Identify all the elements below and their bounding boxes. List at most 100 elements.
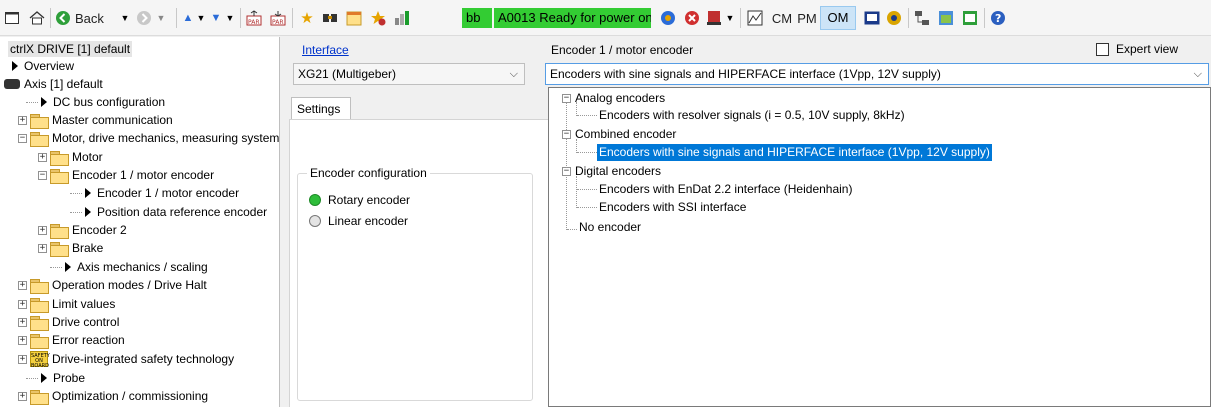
tree-item-master-communication[interactable]: + Master communication (18, 111, 173, 129)
expand-icon[interactable]: + (18, 317, 27, 327)
cm-button[interactable]: CM (770, 8, 794, 28)
favorites-add-icon[interactable] (368, 8, 388, 28)
om-button[interactable]: OM (820, 6, 856, 30)
dropdown-item-resolver[interactable]: Encoders with resolver signals (i = 0.5,… (599, 107, 905, 124)
expand-icon[interactable]: + (18, 354, 27, 364)
interface-link[interactable]: Interface (302, 43, 349, 57)
tree-item-error-reaction[interactable]: + Error reaction (18, 331, 125, 349)
collapse-icon[interactable]: − (18, 133, 27, 143)
tree-item-probe[interactable]: Probe (26, 369, 85, 387)
expand-icon[interactable]: + (18, 115, 27, 125)
dropdown-item-hiperface-selected[interactable]: Encoders with sine signals and HIPERFACE… (597, 144, 992, 161)
separator (908, 8, 909, 28)
tree-item-position-reference-encoder[interactable]: Position data reference encoder (70, 203, 267, 221)
tree-item-overview[interactable]: Overview (8, 57, 74, 75)
window-icon[interactable] (4, 8, 20, 28)
tree-item-operation-modes[interactable]: + Operation modes / Drive Halt (18, 276, 207, 294)
radio-selected-icon (309, 194, 321, 206)
connection-icon[interactable] (658, 8, 678, 28)
back-button[interactable]: Back (55, 8, 117, 28)
radio-linear-encoder[interactable]: Linear encoder (309, 214, 408, 228)
tree-item-motor[interactable]: + Motor (38, 148, 103, 166)
folder-icon (50, 150, 69, 166)
status-bb: bb (462, 8, 492, 28)
nav-up-dropdown-icon[interactable]: ▼ (195, 8, 207, 28)
tree-item-encoder-2[interactable]: + Encoder 2 (38, 221, 127, 239)
svg-text:?: ? (995, 12, 1001, 25)
chevron-down-icon: ⌵ (1193, 67, 1202, 80)
tree-item-encoder-1-folder[interactable]: − Encoder 1 / motor encoder (38, 166, 214, 184)
expand-icon[interactable]: + (18, 299, 27, 309)
drive-dropdown-icon[interactable]: ▼ (724, 8, 736, 28)
folder-icon (30, 113, 49, 129)
expand-icon[interactable]: + (38, 152, 47, 162)
tab-settings[interactable]: Settings (291, 97, 351, 119)
dropdown-item-label: Analog encoders (575, 91, 666, 105)
radio-rotary-encoder[interactable]: Rotary encoder (309, 193, 410, 207)
nav-down-dropdown-icon[interactable]: ▼ (224, 8, 236, 28)
forward-dropdown-icon[interactable]: ▼ (154, 8, 168, 28)
tree-item-safety-technology[interactable]: + SAFETY ON BOARD Drive-integrated safety … (18, 350, 234, 369)
dropdown-group-combined[interactable]: − Combined encoder (562, 126, 676, 143)
project-icon[interactable] (936, 8, 956, 28)
folder-icon (30, 297, 49, 313)
clear-error-icon[interactable] (682, 8, 702, 28)
nav-down-icon[interactable]: ▼ (208, 8, 224, 28)
dropdown-item-ssi[interactable]: Encoders with SSI interface (599, 199, 746, 216)
expert-view-checkbox[interactable]: Expert view (1092, 42, 1183, 56)
collapse-icon[interactable]: − (38, 170, 47, 180)
encoder-type-select[interactable]: Encoders with sine signals and HIPERFACE… (545, 63, 1209, 85)
collapse-icon[interactable]: − (562, 167, 571, 176)
help-icon[interactable]: ? (988, 8, 1008, 28)
display-icon[interactable] (862, 8, 882, 28)
settings-icon[interactable] (884, 8, 904, 28)
page-arrow-icon (41, 373, 47, 383)
expand-icon[interactable]: + (18, 280, 27, 290)
tree-item-label: Error reaction (52, 333, 125, 347)
checkbox-icon (1096, 42, 1109, 56)
tree-item-limit-values[interactable]: + Limit values (18, 295, 115, 313)
tree-item-optimization[interactable]: + Optimization / commissioning (18, 387, 208, 405)
expand-icon[interactable]: + (38, 243, 47, 253)
collapse-icon[interactable]: − (562, 94, 571, 103)
interface-select[interactable]: XG21 (Multigeber) ⌵ (293, 63, 525, 85)
forward-icon[interactable] (135, 8, 153, 28)
collapse-icon[interactable]: − (562, 130, 571, 139)
encoder-group-label: Encoder 1 / motor encoder (551, 43, 694, 57)
home-icon[interactable] (27, 8, 47, 28)
tree-item-drive-control[interactable]: + Drive control (18, 313, 119, 331)
tree-item-encoder-1-page[interactable]: Encoder 1 / motor encoder (70, 184, 239, 202)
back-label: Back (75, 10, 104, 26)
encoder-type-dropdown-list[interactable]: − Analog encoders Encoders with resolver… (548, 87, 1211, 407)
parameter-download-icon[interactable]: PAR (268, 8, 288, 28)
folder-icon (30, 315, 49, 331)
tree-root-drive[interactable]: ctrlX DRIVE [1] default (8, 41, 133, 57)
oscilloscope-icon[interactable] (392, 8, 412, 28)
search-icon[interactable] (320, 8, 340, 28)
tree-item-dc-bus[interactable]: DC bus configuration (26, 93, 165, 111)
tree-item-axis-mechanics[interactable]: Axis mechanics / scaling (50, 258, 208, 276)
tree-item-axis[interactable]: Axis [1] default (4, 75, 103, 93)
chart-icon[interactable] (745, 8, 765, 28)
expand-icon[interactable]: + (18, 391, 27, 401)
dropdown-group-digital[interactable]: − Digital encoders (562, 163, 661, 180)
expand-icon[interactable]: + (18, 335, 27, 345)
back-dropdown-icon[interactable]: ▼ (118, 8, 132, 28)
expert-view-label: Expert view (1116, 42, 1179, 56)
nav-up-icon[interactable]: ▲ (180, 8, 196, 28)
favorite-star-icon[interactable]: ★ (298, 8, 316, 28)
navigation-tree: ctrlX DRIVE [1] default Overview Axis [1… (0, 37, 280, 407)
network-icon[interactable] (912, 8, 932, 28)
tree-item-label: Probe (53, 371, 86, 385)
tree-item-brake[interactable]: + Brake (38, 239, 103, 257)
expand-icon[interactable]: + (38, 225, 47, 235)
export-icon[interactable] (960, 8, 980, 28)
drive-icon[interactable] (704, 8, 724, 28)
calendar-icon[interactable] (344, 8, 364, 28)
dropdown-item-no-encoder[interactable]: No encoder (579, 219, 641, 236)
dropdown-group-analog[interactable]: − Analog encoders (562, 90, 665, 107)
pm-button[interactable]: PM (796, 8, 818, 28)
tree-item-motor-drive-mechanics[interactable]: − Motor, drive mechanics, measuring syst… (18, 129, 279, 147)
dropdown-item-endat[interactable]: Encoders with EnDat 2.2 interface (Heide… (599, 181, 852, 198)
parameter-upload-icon[interactable]: PAR (244, 8, 264, 28)
